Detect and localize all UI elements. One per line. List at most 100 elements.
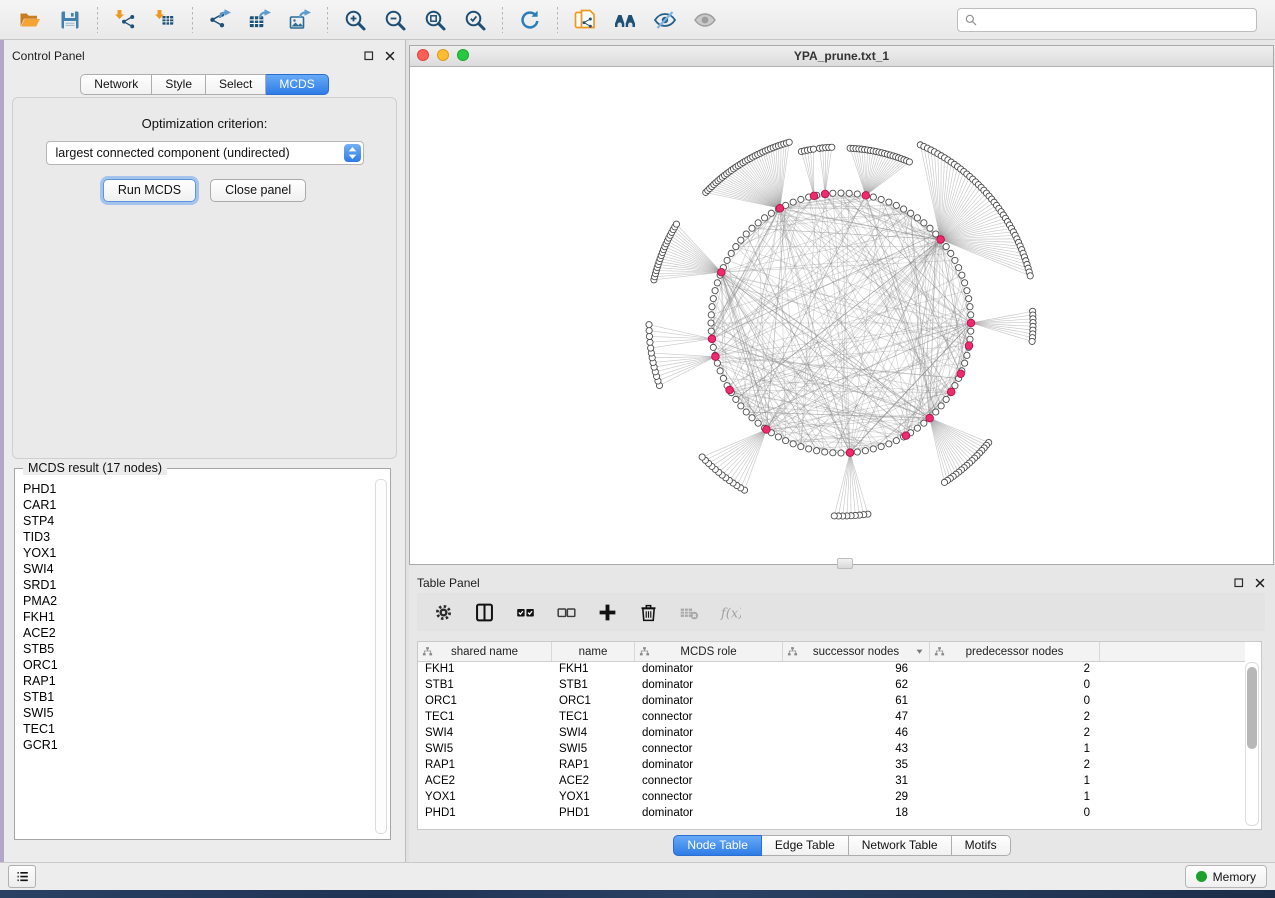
tab-network-table[interactable]: Network Table <box>849 835 952 856</box>
network-node[interactable] <box>862 448 868 454</box>
network-leaf-node[interactable] <box>906 159 912 165</box>
network-node[interactable] <box>783 438 789 444</box>
column-header-successor-nodes[interactable]: successor nodes <box>783 642 930 661</box>
network-node[interactable] <box>710 296 716 302</box>
network-node[interactable] <box>854 191 860 197</box>
network-hub-node[interactable] <box>718 268 726 276</box>
deselect-all-rows-icon[interactable] <box>554 600 578 624</box>
mcds-result-item[interactable]: FKH1 <box>23 609 374 625</box>
network-leaf-node[interactable] <box>1027 273 1033 279</box>
network-node[interactable] <box>964 288 970 294</box>
network-node[interactable] <box>709 304 715 310</box>
network-node[interactable] <box>870 194 876 200</box>
table-scrollbar-thumb[interactable] <box>1247 667 1257 749</box>
close-panel-button[interactable]: Close panel <box>210 179 306 202</box>
mcds-result-item[interactable]: CAR1 <box>23 497 374 513</box>
network-node[interactable] <box>846 190 852 196</box>
network-node[interactable] <box>710 344 716 350</box>
network-leaf-node[interactable] <box>646 322 652 328</box>
clone-network-icon[interactable] <box>568 5 602 35</box>
table-row[interactable]: FKH1FKH1dominator962 <box>418 661 1245 677</box>
network-node[interactable] <box>755 420 761 426</box>
table-settings-icon[interactable] <box>431 600 455 624</box>
network-node[interactable] <box>743 231 749 237</box>
memory-button[interactable]: Memory <box>1185 865 1267 888</box>
network-leaf-node[interactable] <box>810 146 816 152</box>
network-node[interactable] <box>956 265 962 271</box>
zoom-fit-icon[interactable] <box>418 5 452 35</box>
maximize-window-icon[interactable] <box>457 49 469 61</box>
refresh-view-icon[interactable] <box>513 5 547 35</box>
table-row[interactable]: TEC1TEC1connector472 <box>418 709 1245 725</box>
network-node[interactable] <box>798 444 804 450</box>
network-node[interactable] <box>952 257 958 263</box>
table-row[interactable]: RAP1RAP1dominator352 <box>418 757 1245 773</box>
network-node[interactable] <box>743 409 749 415</box>
network-node[interactable] <box>964 352 970 358</box>
tab-edge-table[interactable]: Edge Table <box>762 835 849 856</box>
mcds-result-item[interactable]: SRD1 <box>23 577 374 593</box>
mcds-result-item[interactable]: PHD1 <box>23 481 374 497</box>
horizontal-splitter-handle[interactable] <box>837 558 853 569</box>
network-hub-node[interactable] <box>763 426 771 434</box>
export-network-icon[interactable] <box>203 5 237 35</box>
network-leaf-node[interactable] <box>648 345 654 351</box>
network-node[interactable] <box>838 450 844 456</box>
network-node[interactable] <box>878 444 884 450</box>
network-node[interactable] <box>708 312 714 318</box>
network-node[interactable] <box>959 272 965 278</box>
network-leaf-node[interactable] <box>699 454 705 460</box>
mcds-result-item[interactable]: PMA2 <box>23 593 374 609</box>
network-node[interactable] <box>712 288 718 294</box>
select-all-rows-icon[interactable] <box>513 600 537 624</box>
status-menu-button[interactable] <box>8 865 36 888</box>
network-leaf-node[interactable] <box>786 139 792 145</box>
network-node[interactable] <box>790 441 796 447</box>
network-node[interactable] <box>968 328 974 334</box>
open-session-icon[interactable] <box>13 5 47 35</box>
network-node[interactable] <box>901 206 907 212</box>
tab-select[interactable]: Select <box>206 74 266 95</box>
column-header-MCDS-role[interactable]: MCDS role <box>635 642 783 661</box>
mcds-result-item[interactable]: ACE2 <box>23 625 374 641</box>
tab-network[interactable]: Network <box>80 74 152 95</box>
tab-node-table[interactable]: Node Table <box>673 835 762 856</box>
network-node[interactable] <box>943 243 949 249</box>
network-node[interactable] <box>938 403 944 409</box>
mcds-result-item[interactable]: ORC1 <box>23 657 374 673</box>
network-node[interactable] <box>798 196 804 202</box>
network-node[interactable] <box>893 438 899 444</box>
mcds-result-item[interactable]: STP4 <box>23 513 374 529</box>
network-hub-node[interactable] <box>712 353 720 361</box>
network-hub-node[interactable] <box>926 414 934 422</box>
table-row[interactable]: ACE2ACE2connector311 <box>418 773 1245 789</box>
table-scrollbar[interactable] <box>1245 662 1259 826</box>
network-node[interactable] <box>755 220 761 226</box>
table-row[interactable]: YOX1YOX1connector291 <box>418 789 1245 805</box>
network-hub-node[interactable] <box>965 342 973 350</box>
network-node[interactable] <box>927 225 933 231</box>
network-node[interactable] <box>838 190 844 196</box>
network-node[interactable] <box>878 196 884 202</box>
network-node[interactable] <box>914 215 920 221</box>
network-hub-node[interactable] <box>957 370 965 378</box>
network-hub-node[interactable] <box>937 236 945 244</box>
mcds-result-item[interactable]: STB1 <box>23 689 374 705</box>
network-node[interactable] <box>714 280 720 286</box>
mcds-result-item[interactable]: SWI5 <box>23 705 374 721</box>
close-window-icon[interactable] <box>417 49 429 61</box>
table-row[interactable]: PHD1PHD1dominator180 <box>418 805 1245 821</box>
network-leaf-node[interactable] <box>647 339 653 345</box>
export-table-icon[interactable] <box>243 5 277 35</box>
network-node[interactable] <box>775 434 781 440</box>
network-node[interactable] <box>962 280 968 286</box>
network-node[interactable] <box>886 199 892 205</box>
save-session-icon[interactable] <box>53 5 87 35</box>
mcds-result-scrollbar[interactable] <box>375 479 387 834</box>
column-header-predecessor-nodes[interactable]: predecessor nodes <box>930 642 1100 661</box>
network-node[interactable] <box>908 210 914 216</box>
network-node[interactable] <box>738 237 744 243</box>
network-node[interactable] <box>921 220 927 226</box>
close-panel-icon[interactable] <box>382 49 397 64</box>
network-node[interactable] <box>830 450 836 456</box>
